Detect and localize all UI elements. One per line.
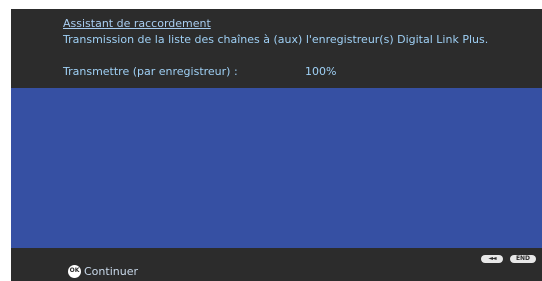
continue-button[interactable]: OK Continuer [68, 263, 138, 279]
progress-label: Transmettre (par enregistreur) : [63, 65, 238, 78]
footer: OK Continuer ◄◄ END [11, 248, 542, 281]
breadcrumb[interactable]: Assistant de raccordement [63, 17, 211, 30]
ok-button-icon: OK [68, 264, 81, 278]
end-button[interactable]: END [510, 255, 536, 263]
progress-value: 100% [305, 65, 337, 78]
continue-label: Continuer [84, 264, 138, 278]
tv-screen: Assistant de raccordement Transmission d… [11, 9, 542, 281]
header: Assistant de raccordement Transmission d… [11, 9, 542, 88]
page-subtitle: Transmission de la liste des chaînes à (… [63, 33, 489, 46]
rewind-icon[interactable]: ◄◄ [481, 255, 503, 263]
content-panel [11, 88, 542, 248]
